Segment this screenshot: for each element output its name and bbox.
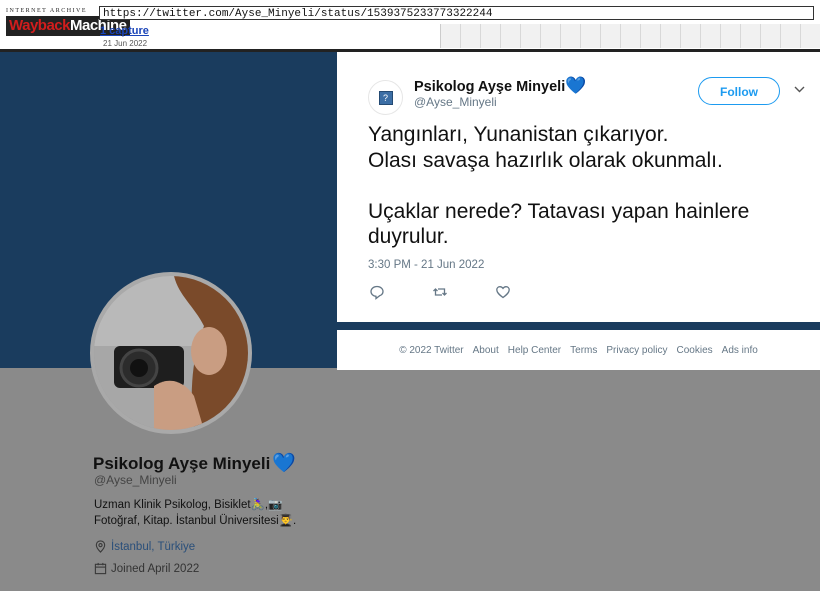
- tweet-text-line: [368, 173, 808, 199]
- footer-link-about[interactable]: About: [473, 345, 499, 356]
- follow-button[interactable]: Follow: [698, 77, 780, 105]
- timeline-year-divider: [460, 24, 461, 48]
- timeline-year-divider: [740, 24, 741, 48]
- chevron-down-icon[interactable]: [794, 84, 805, 96]
- timeline-year-divider: [620, 24, 621, 48]
- avatar-photo: [94, 276, 248, 430]
- wayback-url-input[interactable]: https://twitter.com/Ayse_Minyeli/status/…: [99, 6, 814, 20]
- timeline-year-divider: [640, 24, 641, 48]
- footer-link-help-center[interactable]: Help Center: [508, 345, 561, 356]
- profile-name-text: Psikolog Ayşe Minyeli: [93, 454, 271, 473]
- tweet-card-divider: [337, 322, 820, 330]
- timeline-year-divider: [560, 24, 561, 48]
- joined-text: Joined April 2022: [111, 562, 200, 575]
- footer-link-privacy-policy[interactable]: Privacy policy: [606, 345, 667, 356]
- footer-link-terms[interactable]: Terms: [570, 345, 597, 356]
- verified-heart-icon: 💙: [565, 76, 587, 95]
- tweet-author-avatar[interactable]: ?: [368, 80, 403, 115]
- profile-joined: Joined April 2022: [94, 562, 199, 575]
- timeline-year-divider: [780, 24, 781, 48]
- timeline-year-divider: [800, 24, 801, 48]
- timeline-year-divider: [680, 24, 681, 48]
- timeline-year-divider: [600, 24, 601, 48]
- profile-handle: @Ayse_Minyeli: [94, 473, 177, 487]
- twitter-footer: © 2022 Twitter About Help Center Terms P…: [337, 330, 820, 370]
- logo-wayback-text: Wayback: [9, 17, 70, 34]
- footer-link-cookies[interactable]: Cookies: [677, 345, 713, 356]
- wayback-toolbar: INTERNET ARCHIVE WaybackMachine https://…: [0, 0, 820, 52]
- footer-link-ads-info[interactable]: Ads info: [722, 345, 758, 356]
- location-text: İstanbul, Türkiye: [111, 540, 196, 553]
- captures-link[interactable]: 1 capture: [100, 25, 149, 37]
- internet-archive-label: INTERNET ARCHIVE: [6, 8, 88, 14]
- tweet-text: Yangınları, Yunanistan çıkarıyor. Olası …: [368, 122, 808, 250]
- broken-image-icon: ?: [378, 90, 393, 105]
- timeline-year-divider: [520, 24, 521, 48]
- timeline-year-divider: [720, 24, 721, 48]
- calendar-icon: [94, 562, 107, 575]
- capture-timeline[interactable]: [440, 24, 820, 48]
- tweet-text-line: Uçaklar nerede? Tatavası yapan hainlere: [368, 199, 750, 223]
- retweet-icon[interactable]: [432, 284, 448, 300]
- timeline-year-divider: [580, 24, 581, 48]
- location-pin-icon: [95, 540, 106, 553]
- tweet-author-handle[interactable]: @Ayse_Minyeli: [414, 95, 497, 109]
- timeline-year-divider: [700, 24, 701, 48]
- tweet-text-line: Olası savaşa hazırlık olarak okunmalı.: [368, 148, 723, 172]
- verified-heart-icon: 💙: [272, 453, 296, 474]
- timeline-year-divider: [500, 24, 501, 48]
- profile-name: Psikolog Ayşe Minyeli 💙: [93, 451, 296, 475]
- wayback-logo[interactable]: INTERNET ARCHIVE WaybackMachine: [6, 8, 130, 42]
- bio-line: Fotoğraf, Kitap. İstanbul Üniversitesi👨‍…: [94, 515, 297, 527]
- profile-bio: Uzman Klinik Psikolog, Bisiklet🚴‍♀️,📷 Fo…: [94, 497, 314, 529]
- reply-icon[interactable]: [369, 284, 385, 300]
- tweet-text-line: Yangınları, Yunanistan çıkarıyor.: [368, 123, 669, 146]
- profile-location[interactable]: İstanbul, Türkiye: [94, 540, 195, 553]
- tweet-text-line: duyrulur.: [368, 225, 449, 248]
- timeline-year-divider: [480, 24, 481, 48]
- footer-copyright: © 2022 Twitter: [399, 344, 464, 356]
- timeline-year-divider: [660, 24, 661, 48]
- like-heart-icon[interactable]: [495, 284, 511, 300]
- timeline-year-divider: [760, 24, 761, 48]
- capture-date: 21 Jun 2022: [103, 39, 148, 48]
- timeline-year-divider: [540, 24, 541, 48]
- profile-avatar[interactable]: [90, 272, 252, 434]
- tweet-author-name[interactable]: Psikolog Ayşe Minyeli💙: [414, 76, 586, 96]
- tweet-timestamp[interactable]: 3:30 PM - 21 Jun 2022: [368, 259, 484, 271]
- bio-line: Uzman Klinik Psikolog, Bisiklet🚴‍♀️,📷: [94, 499, 283, 511]
- tweet-author-name-text: Psikolog Ayşe Minyeli: [414, 79, 566, 95]
- tweet-card: ? Psikolog Ayşe Minyeli💙 @Ayse_Minyeli F…: [337, 52, 820, 322]
